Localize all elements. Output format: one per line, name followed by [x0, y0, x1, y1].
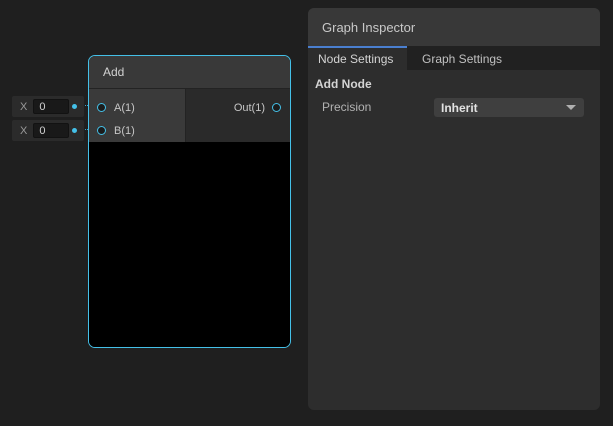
- default-value-widget-b: X: [12, 120, 84, 141]
- tab-node-settings[interactable]: Node Settings: [308, 46, 407, 70]
- precision-field-row: Precision Inherit: [308, 97, 600, 119]
- inspector-body: Add Node Precision Inherit: [308, 70, 600, 119]
- axis-label: X: [20, 125, 27, 137]
- node-title[interactable]: Add: [89, 56, 290, 89]
- input-ports-column: A(1) B(1): [89, 89, 186, 142]
- tab-graph-settings[interactable]: Graph Settings: [407, 46, 502, 70]
- dropdown-value: Inherit: [434, 101, 566, 115]
- panel-title: Graph Inspector: [322, 20, 415, 35]
- port-label: A(1): [114, 102, 135, 114]
- port-circle-icon[interactable]: [97, 103, 106, 112]
- axis-label: X: [20, 101, 27, 113]
- value-input-a[interactable]: [33, 99, 69, 114]
- value-input-b[interactable]: [33, 123, 69, 138]
- edge-dot-icon: [72, 104, 77, 109]
- panel-titlebar[interactable]: Graph Inspector: [308, 8, 600, 46]
- precision-dropdown[interactable]: Inherit: [434, 98, 584, 117]
- section-title: Add Node: [315, 77, 600, 95]
- input-port-a[interactable]: A(1): [89, 96, 185, 119]
- graph-inspector-panel: Graph Inspector Node Settings Graph Sett…: [308, 8, 600, 410]
- output-ports-column: Out(1): [186, 89, 290, 142]
- node-title-label: Add: [103, 65, 124, 79]
- port-label: Out(1): [234, 102, 265, 114]
- precision-label: Precision: [322, 100, 371, 114]
- port-circle-icon[interactable]: [272, 103, 281, 112]
- port-label: B(1): [114, 125, 135, 137]
- default-value-widget-a: X: [12, 96, 84, 117]
- input-port-b[interactable]: B(1): [89, 119, 185, 142]
- port-circle-icon[interactable]: [97, 126, 106, 135]
- edge-dot-icon: [72, 128, 77, 133]
- output-port-out[interactable]: Out(1): [186, 96, 290, 119]
- inspector-tabbar: Node Settings Graph Settings: [308, 46, 600, 70]
- node-ports: A(1) B(1) Out(1): [89, 89, 290, 142]
- add-node[interactable]: Add A(1) B(1) Out(1): [88, 55, 291, 348]
- tab-label: Graph Settings: [422, 52, 502, 66]
- chevron-down-icon: [566, 105, 576, 110]
- tab-label: Node Settings: [318, 52, 393, 66]
- node-preview: [89, 142, 290, 347]
